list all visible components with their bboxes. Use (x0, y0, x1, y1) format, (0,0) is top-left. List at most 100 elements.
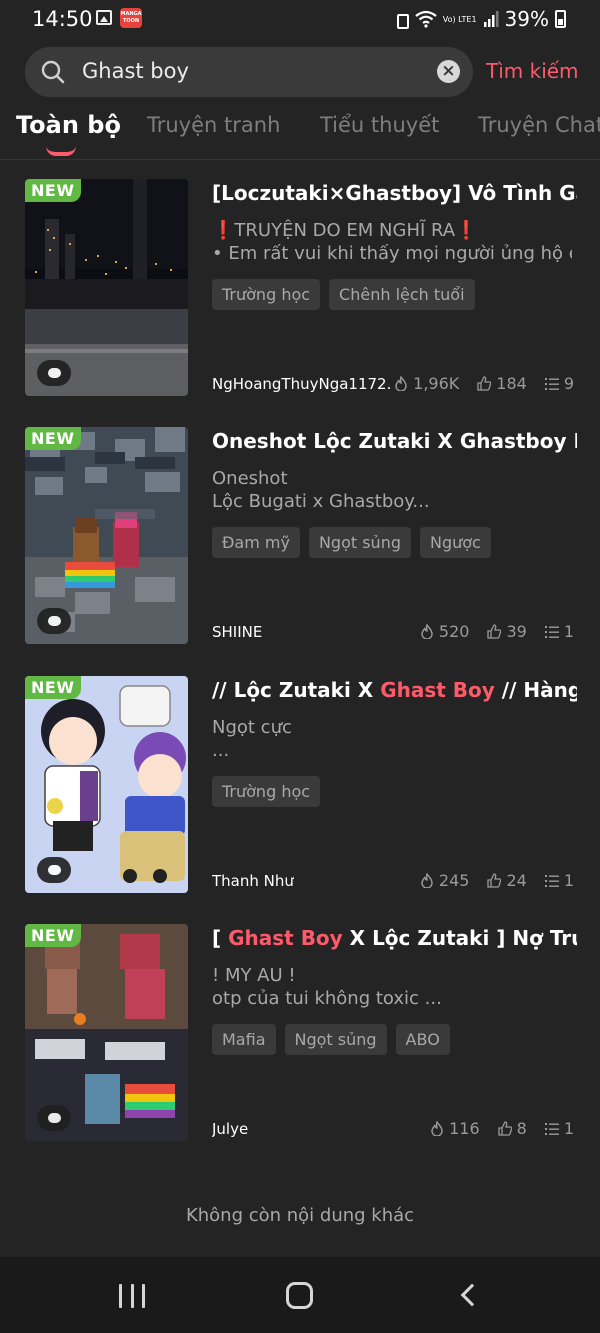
search-highlight: Ghast Boy (380, 678, 495, 702)
tag-list: Mafia Ngọt sủng ABO (212, 1024, 450, 1055)
home-icon[interactable] (286, 1282, 313, 1309)
view-count: 245 (438, 871, 470, 890)
result-item[interactable]: NEW [ Ghast Boy X Lộc Zutaki ] Nợ Truyề.… (0, 924, 600, 1144)
wifi-icon (415, 10, 437, 28)
status-bar: 14:50 MANGA TOON Vo) LTE1 39% (0, 0, 600, 38)
tab-novels[interactable]: Tiểu thuyết (320, 113, 439, 137)
author-name[interactable]: NgHoangThuyNga1172... (212, 375, 390, 393)
story-description: Ngọt cực ... (212, 716, 572, 762)
tab-all[interactable]: Toàn bộ (16, 111, 121, 139)
story-title[interactable]: Oneshot Lộc Zutaki X Ghastboy MÙ... (212, 429, 577, 453)
tab-chat-stories[interactable]: Truyện Chat (478, 113, 600, 137)
tag[interactable]: Trường học (212, 776, 321, 807)
system-navigation-bar (0, 1257, 600, 1333)
author-name[interactable]: Thanh Như (212, 872, 294, 890)
app-notification-icon: MANGA TOON (120, 8, 142, 28)
fire-icon (421, 624, 433, 639)
chapter-list-icon (544, 1123, 559, 1135)
battery-icon (555, 10, 566, 28)
tag[interactable]: Ngọt sủng (308, 527, 411, 558)
author-name[interactable]: SHIINE (212, 623, 262, 641)
exclamation-icon: ❗ (455, 220, 478, 241)
result-item[interactable]: NEW // Lộc Zutaki X Ghast Boy // Hàng X.… (0, 676, 600, 896)
description-line: • Em rất vui khi thấy mọi người ủng hộ e… (212, 243, 572, 264)
cover-image[interactable]: NEW (25, 676, 188, 893)
signal-icon (483, 11, 499, 27)
fire-icon (431, 1121, 443, 1136)
title-text: // Lộc Zutaki X (212, 678, 381, 702)
back-icon[interactable] (460, 1283, 484, 1307)
search-button[interactable]: Tìm kiếm (486, 59, 579, 83)
cover-image[interactable]: NEW (25, 179, 188, 396)
story-description: Oneshot Lộc Bugati x Ghastboy... (212, 467, 572, 513)
recent-apps-icon[interactable] (119, 1284, 145, 1308)
network-label: Vo) LTE1 (442, 14, 477, 24)
search-highlight: Ghast Boy (228, 926, 343, 950)
story-title[interactable]: // Lộc Zutaki X Ghast Boy // Hàng X... (212, 678, 577, 702)
tab-comics[interactable]: Truyện tranh (147, 113, 280, 137)
search-bar[interactable]: Ghast boy × (25, 47, 473, 97)
cover-image[interactable]: NEW (25, 427, 188, 644)
thumbs-up-icon (487, 624, 502, 639)
story-stats: 1,96K 184 9 (394, 374, 574, 393)
description-line: TRUYỆN DO EM NGHĨ RA (234, 220, 456, 241)
story-stats: 116 8 1 (430, 1119, 574, 1138)
chat-story-icon (37, 360, 71, 386)
clear-icon[interactable]: × (437, 60, 460, 83)
description-line: Ngọt cực (212, 717, 292, 738)
title-text: // Hàng X... (501, 678, 577, 702)
story-description: ! MY AU ! otp của tui không toxic ... (212, 964, 572, 1010)
description-line: ... (212, 740, 230, 761)
new-badge: NEW (25, 179, 82, 202)
new-badge: NEW (25, 676, 82, 699)
exclamation-icon: ❗ (212, 220, 235, 241)
fire-icon (421, 873, 433, 888)
tag-list: Trường học Chênh lệch tuổi (212, 279, 475, 310)
chapter-count: 9 (563, 374, 574, 393)
chat-story-icon (37, 857, 71, 883)
active-tab-indicator (46, 146, 76, 156)
tag[interactable]: Chênh lệch tuổi (329, 279, 475, 310)
chapter-list-icon (544, 378, 559, 390)
title-text: X Lộc Zutaki ] Nợ Truyề... (349, 926, 577, 950)
like-count: 184 (496, 374, 527, 393)
tag[interactable]: ABO (395, 1024, 450, 1055)
cover-image[interactable]: NEW (25, 924, 188, 1141)
status-time: 14:50 (32, 7, 93, 31)
result-item[interactable]: NEW [Loczutaki×Ghastboy] Vô Tình Gặp ...… (0, 179, 600, 399)
tag[interactable]: Ngọt sủng (284, 1024, 387, 1055)
new-badge: NEW (25, 924, 82, 947)
story-stats: 520 39 1 (420, 622, 574, 641)
category-tabs: Toàn bộ Truyện tranh Tiểu thuyết Truyện … (0, 108, 600, 160)
view-count: 116 (449, 1119, 480, 1138)
thumbs-up-icon (477, 376, 492, 391)
chapter-list-icon (544, 626, 559, 638)
new-badge: NEW (25, 427, 82, 450)
battery-percent: 39% (504, 7, 549, 31)
chat-story-icon (37, 1105, 71, 1131)
thumbs-up-icon (497, 1121, 512, 1136)
author-name[interactable]: Julye (212, 1120, 248, 1138)
story-title[interactable]: [Loczutaki×Ghastboy] Vô Tình Gặp ... (212, 181, 577, 205)
gallery-icon (96, 10, 112, 25)
chapter-count: 1 (563, 622, 574, 641)
chat-story-icon (37, 608, 71, 634)
story-description: ❗TRUYỆN DO EM NGHĨ RA❗ • Em rất vui khi … (212, 219, 572, 265)
story-title[interactable]: [ Ghast Boy X Lộc Zutaki ] Nợ Truyề... (212, 926, 577, 950)
description-line: ! MY AU ! (212, 965, 296, 986)
description-line: otp của tui không toxic ... (212, 988, 442, 1009)
title-text: [ (212, 926, 229, 950)
result-item[interactable]: NEW Oneshot Lộc Zutaki X Ghastboy MÙ... … (0, 427, 600, 647)
search-input[interactable]: Ghast boy (82, 59, 189, 83)
tag[interactable]: Mafia (212, 1024, 276, 1055)
tag[interactable]: Trường học (212, 279, 321, 310)
description-line: Oneshot (212, 468, 288, 489)
chapter-list-icon (544, 875, 559, 887)
like-count: 24 (506, 871, 527, 890)
tag[interactable]: Đam mỹ (212, 527, 300, 558)
search-icon (41, 60, 65, 84)
chapter-count: 1 (563, 871, 574, 890)
view-count: 520 (438, 622, 470, 641)
tag[interactable]: Ngược (419, 527, 491, 558)
view-count: 1,96K (413, 374, 460, 393)
